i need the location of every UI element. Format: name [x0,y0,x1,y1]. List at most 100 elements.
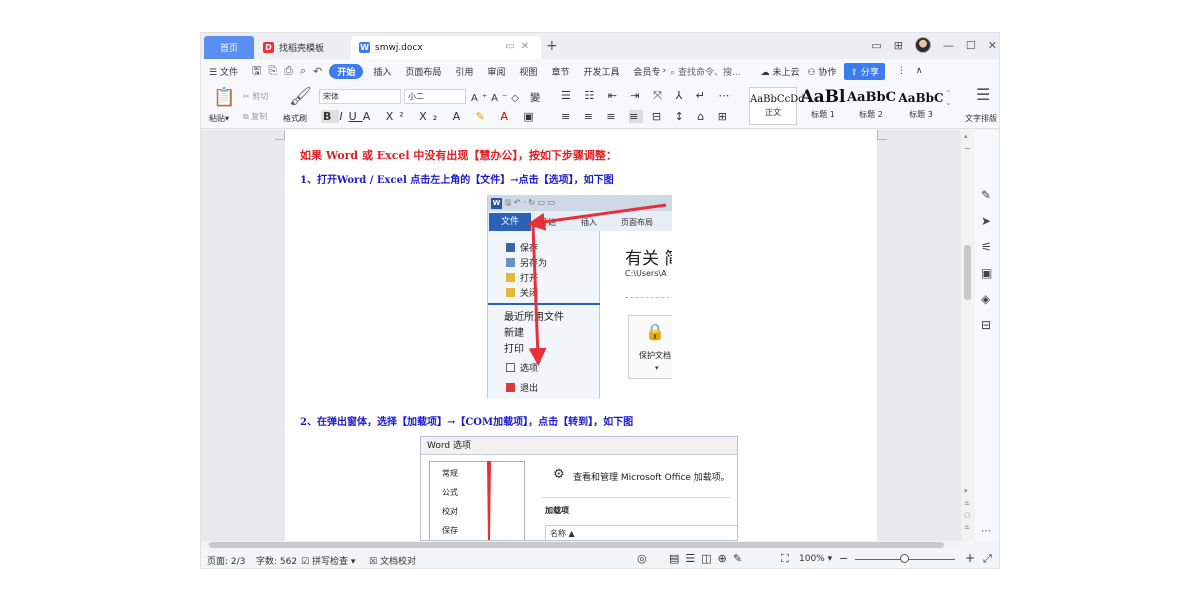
command-search[interactable]: ⌕ 查找命令、搜... [670,65,741,78]
reading-book-icon[interactable]: ⊟ [981,318,991,332]
share-button[interactable]: ⇪ 分享 [844,62,885,80]
tab-home-label: 首页 [219,44,238,54]
page-nav-icons[interactable]: ▾ ± ○ ± [964,485,970,533]
zoom-level[interactable]: 100% ▾ [799,554,832,564]
new-tab-button[interactable]: + [546,38,558,54]
right-tool-panel: ✎ ➤ ⚟ ▣ ◈ ⊟ ⋯ [975,130,999,541]
close-window-icon[interactable]: ✕ [988,39,997,52]
format-painter-button[interactable]: 格式刷 [283,113,307,124]
horizontal-scrollbar[interactable] [201,541,961,549]
font-format-tools[interactable]: B IUA X² X₂ A ✎ A ▣ [321,110,540,123]
more-tools-icon[interactable]: ⋯ [981,526,991,537]
style-normal[interactable]: AaBbCcDd 正文 [749,87,805,125]
fit-page-icon[interactable]: ⛶ [781,552,789,566]
underline-icon[interactable]: U [349,110,363,123]
italic-icon[interactable]: I [339,110,348,123]
scroll-first-icon[interactable]: − [964,144,971,153]
tab-member[interactable]: 会员专 [633,65,660,78]
paste-icon[interactable]: 📋 [213,87,235,108]
bold-icon[interactable]: B [321,110,340,123]
avatar[interactable] [914,37,931,53]
doc-proofread[interactable]: ☒ 文档校对 [369,554,416,567]
edit-pen-icon[interactable]: ✎ [981,188,991,202]
settings-sliders-icon[interactable]: ⚟ [981,240,992,254]
window-controls: ▭ ⊞ — ☐ ✕ [871,37,997,53]
vertical-scrollbar[interactable]: ▴ − ▾ ± ○ ± [961,130,975,541]
horizontal-scroll-thumb[interactable] [209,542,944,548]
justify-icon[interactable]: ≡ [629,110,644,123]
ribbon: 📋 粘贴▾ ✂ 剪切 ⧉ 复制 🖌 格式刷 宋体 小二 A⁺A⁻◇ 變 B IU A… [201,83,999,129]
tab-home[interactable]: 首页 [204,36,254,59]
copy-button[interactable]: ⧉ 复制 [243,111,267,122]
text-layout-icon[interactable]: ☰ [976,85,990,104]
image-tool-icon[interactable]: ▣ [981,266,992,280]
scroll-up-icon[interactable]: ▴ [964,132,968,140]
style-normal-label: 正文 [765,108,781,117]
collab-button[interactable]: ⚇ 协作 [807,65,836,78]
vertical-scroll-thumb[interactable] [964,245,971,300]
page-corner-mark [877,130,887,140]
document-area: 如果 Word 或 Excel 中没有出现【慧办公】，按如下步骤调整： 1、打开… [201,130,961,541]
print-icon[interactable]: ⎙ [284,64,293,78]
font-size-select[interactable]: 小二 [404,89,466,104]
style-heading-1[interactable]: AaBl 标题 1 [799,87,847,125]
style-heading-3[interactable]: AaBbC 标题 3 [897,87,945,125]
undo-icon[interactable]: ↶ [313,65,322,78]
screenshot-file-menu: W 🖫 ↶ · ↻ ▭ ▭ 文件 开始 插入 页面布局 保存 另存为 打开 关闭… [487,195,672,399]
styles-scroll[interactable]: ⌃ ⌄ [945,89,952,107]
font-color-icon[interactable]: A [500,110,514,123]
view-mode-icons[interactable]: ▤☰◫⊕✎ [669,552,748,565]
tab-references[interactable]: 引用 [455,65,473,78]
tab-template[interactable]: D 找稻壳模板 [257,36,349,59]
close-tab-icon[interactable]: ✕ [521,41,535,52]
paste-button[interactable]: 粘贴▾ [209,113,229,124]
cut-button[interactable]: ✂ 剪切 [243,91,268,102]
tab-preview-icon[interactable]: ▭ [505,41,520,52]
style-heading-2[interactable]: AaBbC 标题 2 [847,87,896,125]
font-size-tools[interactable]: A⁺A⁻◇ 變 [471,89,544,104]
font-name-select[interactable]: 宋体 [319,89,401,104]
export-pdf-icon[interactable]: ⎘ [268,64,277,78]
save-icon[interactable]: 🖫 [252,62,261,81]
collapse-ribbon-icon[interactable]: ∧ [916,66,923,76]
maximize-icon[interactable]: ☐ [966,39,976,52]
highlight-icon[interactable]: ✎ [476,110,491,123]
more-tabs-icon[interactable]: › [662,66,666,76]
more-options-icon[interactable]: ⋮ [897,66,906,76]
format-painter-icon[interactable]: 🖌 [289,86,312,107]
tab-page-layout[interactable]: 页面布局 [405,65,441,78]
shape-tool-icon[interactable]: ◈ [981,292,990,306]
reading-mode-icon[interactable]: ▭ [871,39,881,52]
zoom-in-icon[interactable]: + [965,551,975,565]
alignment-tools[interactable]: ≡ ≡ ≡ ≡ ⊟ ↕ ⌂ ⊞ [561,110,732,123]
list-tools[interactable]: ☰ ☷ ⇤ ⇥ ⤧ ⅄ ↵ ⋯ [561,89,734,103]
cloud-status[interactable]: ☁ 未上云 [761,65,800,78]
fullscreen-icon[interactable]: ⤢ [983,552,992,566]
document-page[interactable]: 如果 Word 或 Excel 中没有出现【慧办公】，按如下步骤调整： 1、打开… [285,130,877,541]
eye-protect-icon[interactable]: ◎ [637,552,647,565]
tab-review[interactable]: 审阅 [487,65,505,78]
print-preview-icon[interactable]: ⌕ [300,64,306,78]
arrow-to-options [528,224,547,366]
page-indicator[interactable]: 页面: 2/3 [207,554,245,567]
tab-developer[interactable]: 开发工具 [583,65,619,78]
spell-check[interactable]: ☑ 拼写检查 ▾ [301,554,355,567]
file-menu-label: 文件 [219,67,238,78]
select-cursor-icon[interactable]: ➤ [981,214,991,228]
zoom-slider-handle[interactable] [900,554,909,563]
writer-doc-icon: W [359,42,370,53]
minimize-icon[interactable]: — [943,39,954,52]
file-menu[interactable]: ☰ 文件 [209,65,238,78]
text-layout-button[interactable]: 文字排版 [965,113,997,124]
tab-section[interactable]: 章节 [551,65,569,78]
page-corner-mark [275,130,285,140]
style-normal-sample: AaBbCcDd [750,94,805,105]
tab-view[interactable]: 视图 [519,65,537,78]
tab-start[interactable]: 开始 [329,63,364,79]
grid-icon[interactable]: ⊞ [894,39,903,52]
tab-insert[interactable]: 插入 [373,65,391,78]
spell-check-label: 拼写检查 [311,557,348,567]
word-count[interactable]: 字数: 562 [256,554,297,567]
tab-document[interactable]: W smwj.docx ▭✕ [351,36,541,59]
zoom-out-icon[interactable]: − [839,552,848,565]
